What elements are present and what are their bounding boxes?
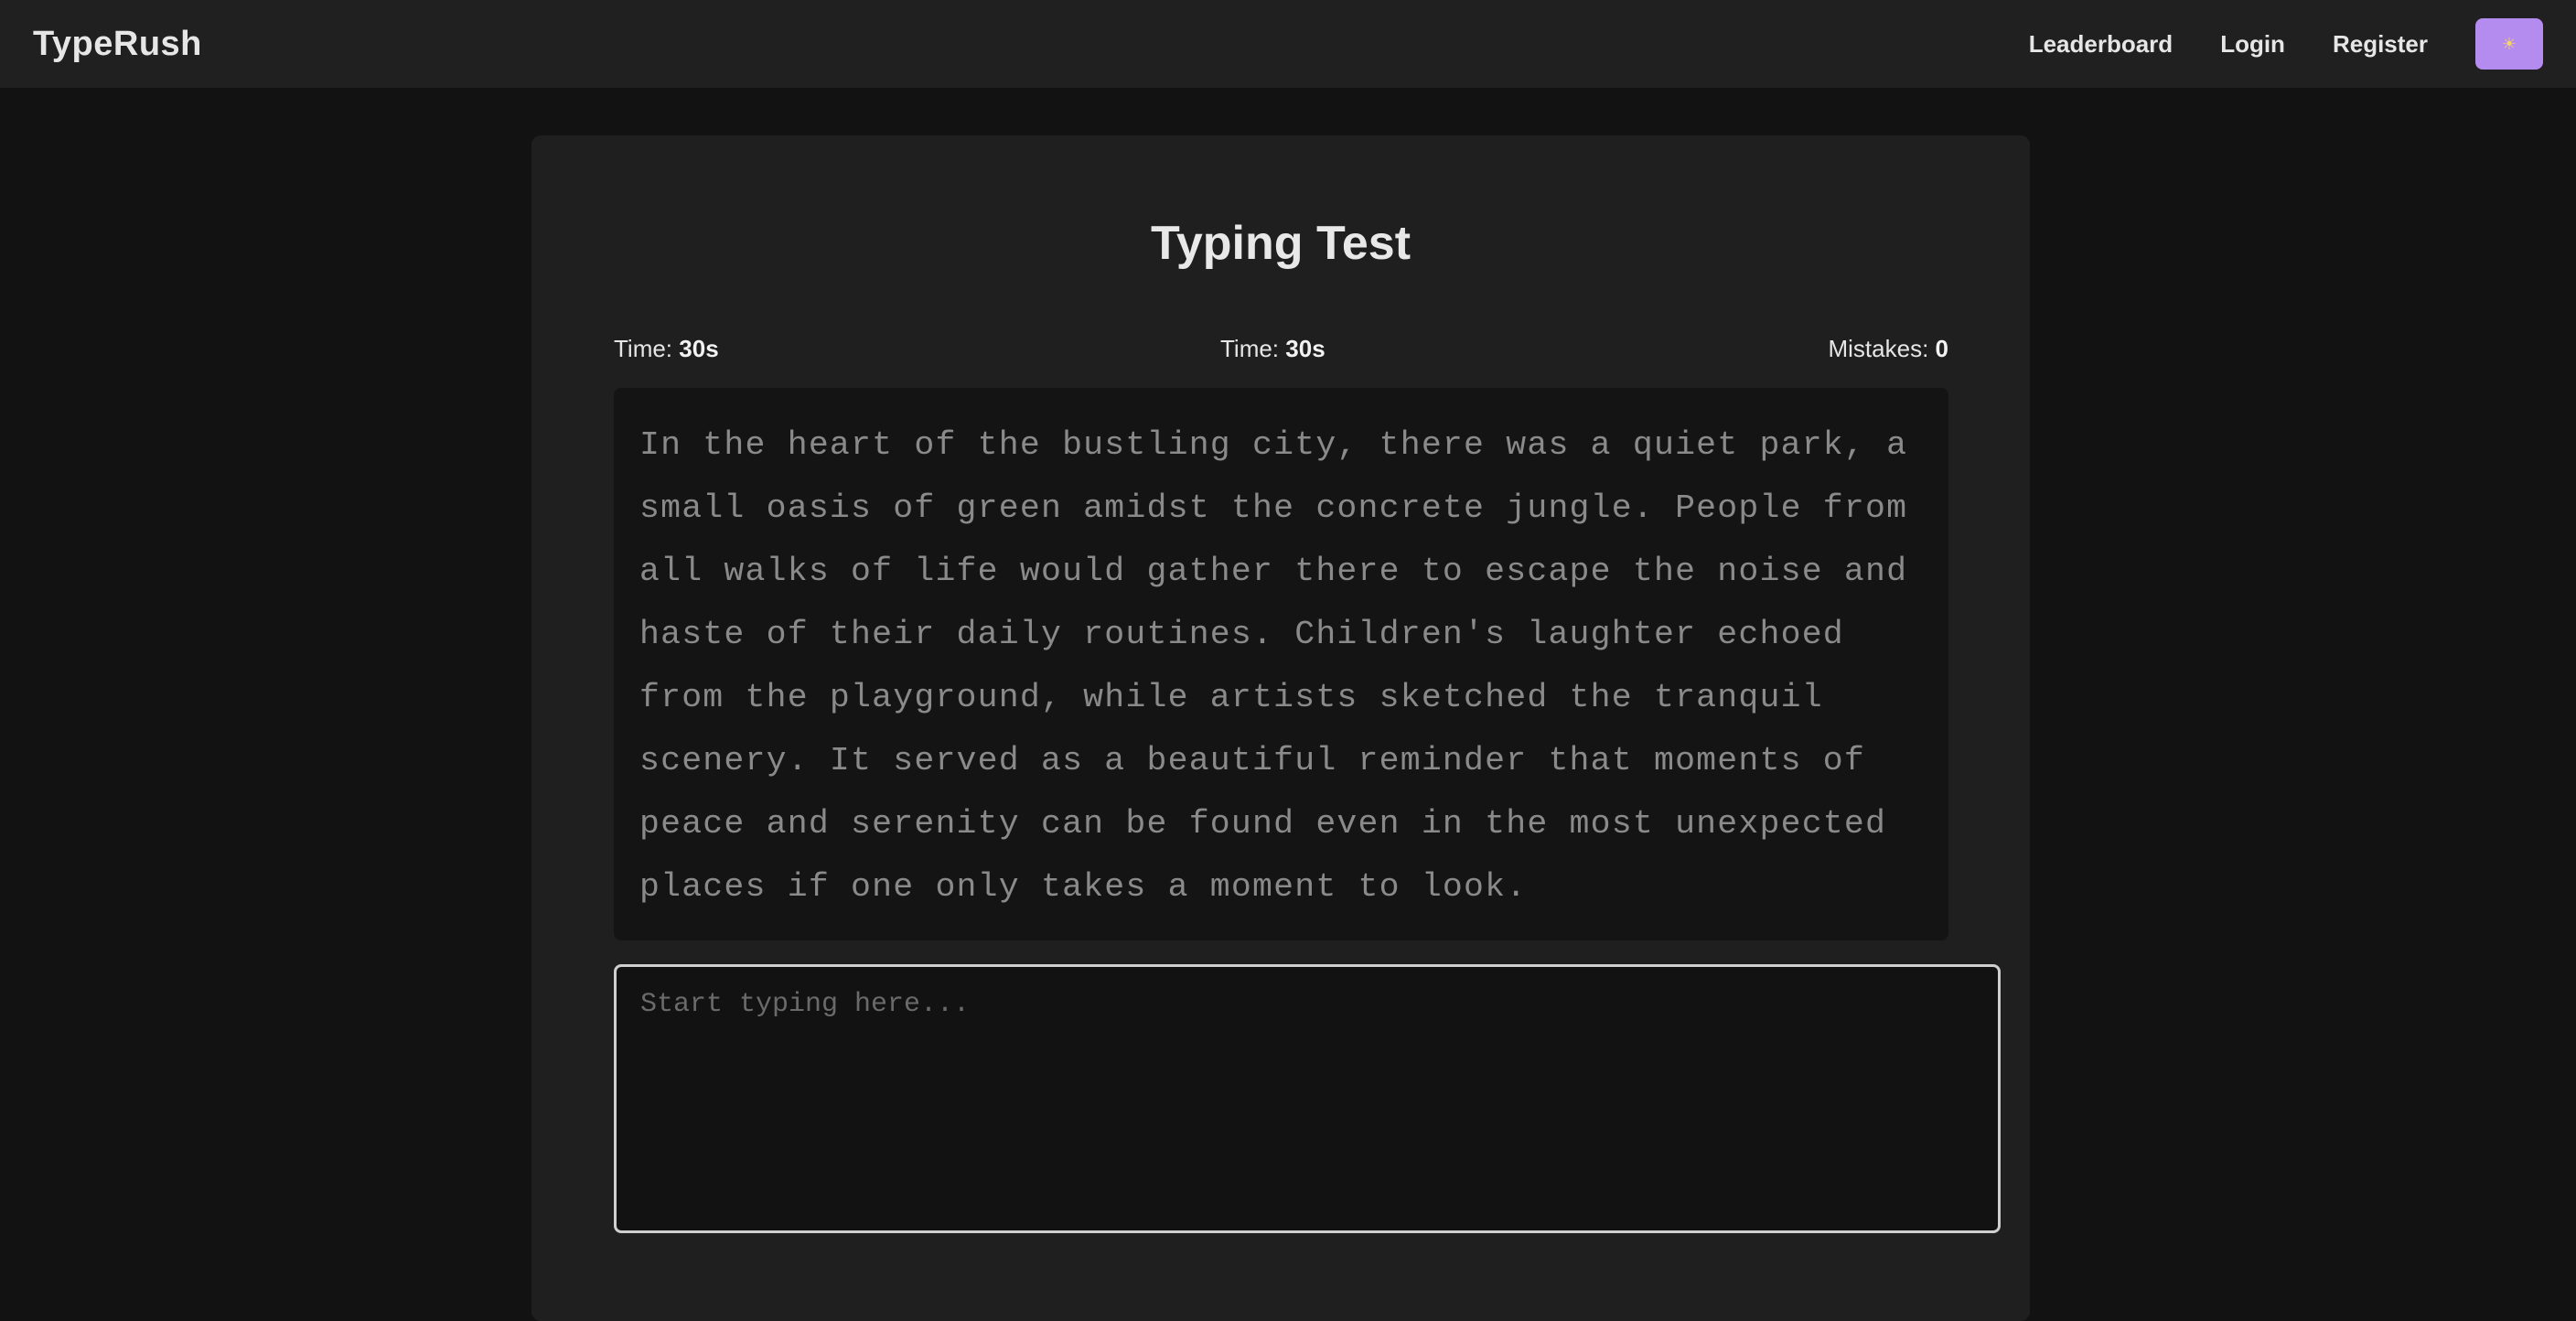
stat-label: Time: [614,335,673,362]
sun-icon: ☀ [2501,34,2517,53]
stats-bar: Time: 30s Time: 30s Mistakes: 0 [614,335,1948,364]
typing-input[interactable] [614,964,2001,1233]
nav-link-leaderboard[interactable]: Leaderboard [2029,30,2174,59]
stat-time-middle: Time: 30s [1220,335,1326,363]
typing-test-card: Typing Test Time: 30s Time: 30s Mistakes… [531,135,2030,1321]
nav-link-register[interactable]: Register [2333,30,2428,59]
brand-logo[interactable]: TypeRush [33,25,202,64]
theme-toggle-button[interactable]: ☀ [2475,18,2543,70]
stat-label: Time: [1220,335,1280,362]
stat-mistakes: Mistakes: 0 [1828,335,1948,363]
stat-time-left: Time: 30s [614,335,719,363]
stat-label: Mistakes: [1828,335,1929,362]
navbar: TypeRush Leaderboard Login Register ☀ [0,0,2576,88]
stat-value: 30s [1285,335,1326,362]
stat-value: 0 [1935,335,1948,362]
nav-link-login[interactable]: Login [2220,30,2285,59]
typing-passage: In the heart of the bustling city, there… [614,388,1948,940]
page-title: Typing Test [1150,217,1411,270]
stat-value: 30s [679,335,719,362]
nav-links: Leaderboard Login Register ☀ [2029,18,2543,70]
